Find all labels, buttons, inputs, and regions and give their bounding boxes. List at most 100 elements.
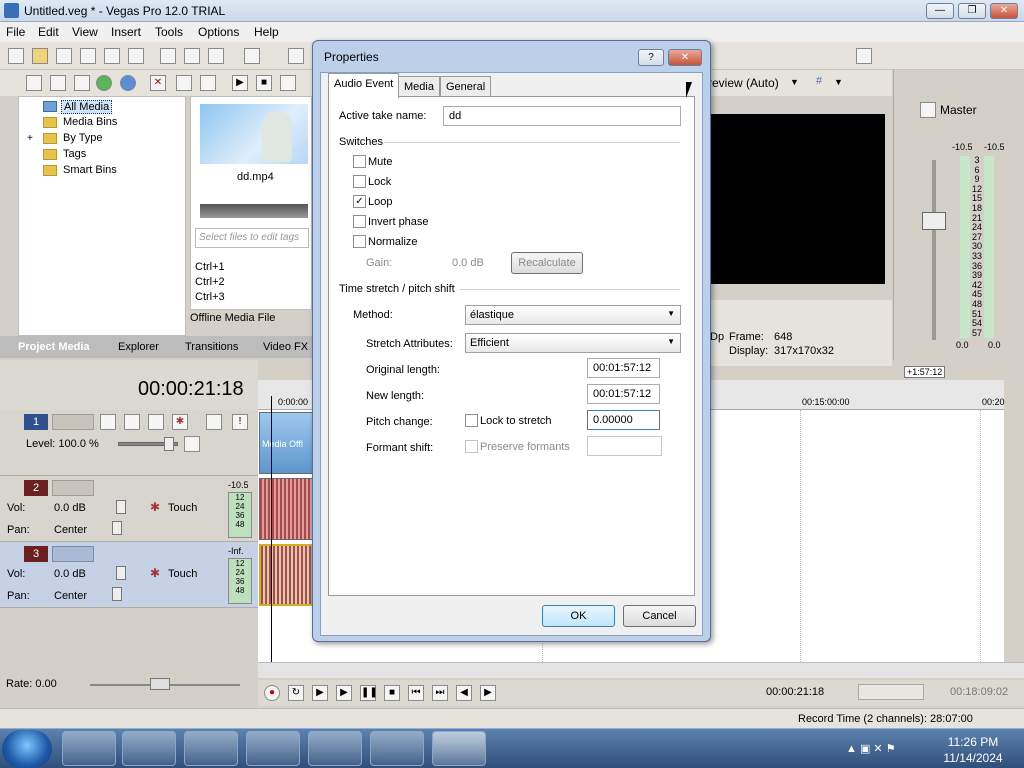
level-fader-knob[interactable] xyxy=(164,437,174,451)
automation-mode[interactable]: Touch xyxy=(168,502,197,514)
import-media-icon[interactable] xyxy=(26,75,42,91)
audio-track-2-header[interactable]: 2 Vol: 0.0 dB ✱ Touch Pan: Center -10.5 … xyxy=(0,476,258,542)
menu-insert[interactable]: Insert xyxy=(111,25,141,39)
stretch-attributes-select[interactable]: Efficient ▼ xyxy=(465,333,681,353)
pan-slider-knob[interactable] xyxy=(112,521,122,535)
remove-media-icon[interactable]: ✕ xyxy=(150,75,166,91)
pan-slider-knob[interactable] xyxy=(112,587,122,601)
capture-video-icon[interactable] xyxy=(50,75,66,91)
internet-explorer-icon[interactable] xyxy=(62,731,116,766)
track-name-field[interactable] xyxy=(52,414,94,430)
vol-fader-knob[interactable] xyxy=(116,566,126,580)
start-button[interactable] xyxy=(2,730,52,768)
redo-icon[interactable] xyxy=(288,48,304,64)
solo-icon[interactable]: ! xyxy=(232,414,248,430)
chevron-down-icon[interactable]: ▼ xyxy=(834,77,843,87)
video-clip[interactable]: Media Offl xyxy=(259,412,313,474)
recalculate-button[interactable]: Recalculate xyxy=(511,252,583,274)
stop-preview-icon[interactable]: ■ xyxy=(256,75,272,91)
play-icon[interactable]: ▶ xyxy=(336,685,352,701)
open-folder-icon[interactable] xyxy=(32,48,48,64)
web-media-icon[interactable] xyxy=(120,75,136,91)
pitch-change-input[interactable]: 0.00000 xyxy=(587,410,660,430)
file-explorer-icon[interactable] xyxy=(184,731,238,766)
tree-item-all-media[interactable]: All Media xyxy=(61,100,113,114)
paste-icon[interactable] xyxy=(208,48,224,64)
menu-edit[interactable]: Edit xyxy=(38,25,59,39)
audio-track-3-header[interactable]: 3 Vol: 0.0 dB ✱ Touch Pan: Center -Inf. … xyxy=(0,542,258,608)
firefox-icon[interactable] xyxy=(122,731,176,766)
properties-icon[interactable] xyxy=(128,48,144,64)
mute-icon[interactable] xyxy=(206,414,222,430)
tree-item-smart-bins[interactable]: Smart Bins xyxy=(63,164,117,176)
close-button[interactable]: ✕ xyxy=(990,3,1018,19)
invert-phase-checkbox[interactable] xyxy=(353,215,366,228)
app-icon[interactable] xyxy=(308,731,362,766)
dialog-close-button[interactable]: ✕ xyxy=(668,49,702,66)
automation-mode[interactable]: Touch xyxy=(168,568,197,580)
save-icon[interactable] xyxy=(56,48,72,64)
maximize-button[interactable]: ❐ xyxy=(958,3,986,19)
media-properties-icon[interactable] xyxy=(176,75,192,91)
media-fx-icon[interactable] xyxy=(200,75,216,91)
menu-options[interactable]: Options xyxy=(198,25,239,39)
overlays-icon[interactable]: # xyxy=(816,75,822,87)
menu-view[interactable]: View xyxy=(72,25,98,39)
audio-clip-2[interactable] xyxy=(259,478,313,540)
tag-filter-input[interactable]: Select files to edit tags xyxy=(195,228,309,248)
formant-shift-input[interactable] xyxy=(587,436,662,456)
media-thumbnail[interactable] xyxy=(200,104,308,164)
go-to-end-icon[interactable]: ⏭ xyxy=(432,685,448,701)
menu-tools[interactable]: Tools xyxy=(155,25,183,39)
tab-media[interactable]: Media xyxy=(398,76,440,97)
play-from-start-icon[interactable]: ▶ xyxy=(312,685,328,701)
system-tray-icons[interactable]: ▲ ▣ ✕ ⚑ xyxy=(846,742,906,756)
record-icon[interactable]: ● xyxy=(264,685,280,701)
video-track-header[interactable]: 1 ✱ ! Level: 100.0 % xyxy=(0,410,258,476)
render-icon[interactable] xyxy=(104,48,120,64)
menu-help[interactable]: Help xyxy=(254,25,279,39)
composite-mode-icon[interactable] xyxy=(100,414,116,430)
pause-icon[interactable]: ❚❚ xyxy=(360,685,378,701)
parent-icon[interactable] xyxy=(124,414,140,430)
refresh-icon[interactable] xyxy=(96,75,112,91)
tab-video-fx[interactable]: Video FX xyxy=(263,341,308,353)
tab-general[interactable]: General xyxy=(440,76,492,97)
media-player-icon[interactable] xyxy=(246,731,300,766)
audio-clip-3[interactable] xyxy=(259,544,313,606)
undo-icon[interactable] xyxy=(244,48,260,64)
master-fader-knob[interactable] xyxy=(922,212,946,230)
track-fx-icon[interactable]: ✱ xyxy=(172,414,188,430)
normalize-checkbox[interactable] xyxy=(353,235,366,248)
tree-item-by-type[interactable]: By Type xyxy=(63,132,103,144)
auto-preview-icon[interactable] xyxy=(280,75,296,91)
preserve-formants-checkbox[interactable] xyxy=(465,440,478,453)
copy-icon[interactable] xyxy=(184,48,200,64)
master-fader-track[interactable] xyxy=(932,160,936,340)
lock-checkbox[interactable] xyxy=(353,175,366,188)
menu-file[interactable]: File xyxy=(6,25,25,39)
cut-icon[interactable] xyxy=(160,48,176,64)
tree-item-media-bins[interactable]: Media Bins xyxy=(63,116,117,128)
new-project-icon[interactable] xyxy=(8,48,24,64)
loop-checkbox[interactable]: ✓ xyxy=(353,195,366,208)
tab-explorer[interactable]: Explorer xyxy=(118,341,159,353)
active-take-input[interactable]: dd xyxy=(443,106,681,126)
track-name-field[interactable] xyxy=(52,480,94,496)
automation-gear-icon[interactable]: ✱ xyxy=(150,566,160,580)
next-frame-icon[interactable]: ▶ xyxy=(480,685,496,701)
rate-slider-knob[interactable] xyxy=(150,678,170,690)
vol-fader-knob[interactable] xyxy=(116,500,126,514)
save-as-icon[interactable] xyxy=(80,48,96,64)
play-preview-icon[interactable]: ▶ xyxy=(232,75,248,91)
system-clock[interactable]: 11:26 PM 11/14/2024 xyxy=(928,734,1018,766)
motion-icon[interactable] xyxy=(148,414,164,430)
new-length-field[interactable]: 00:01:57:12 xyxy=(587,384,660,404)
sticky-notes-icon[interactable] xyxy=(370,731,424,766)
go-to-start-icon[interactable]: ⏮ xyxy=(408,685,424,701)
stop-icon[interactable]: ■ xyxy=(384,685,400,701)
preview-quality[interactable]: review (Auto) xyxy=(708,76,779,90)
track-name-field[interactable] xyxy=(52,546,94,562)
window-layout-icon[interactable] xyxy=(856,48,872,64)
tab-project-media[interactable]: Project Media xyxy=(18,341,90,353)
